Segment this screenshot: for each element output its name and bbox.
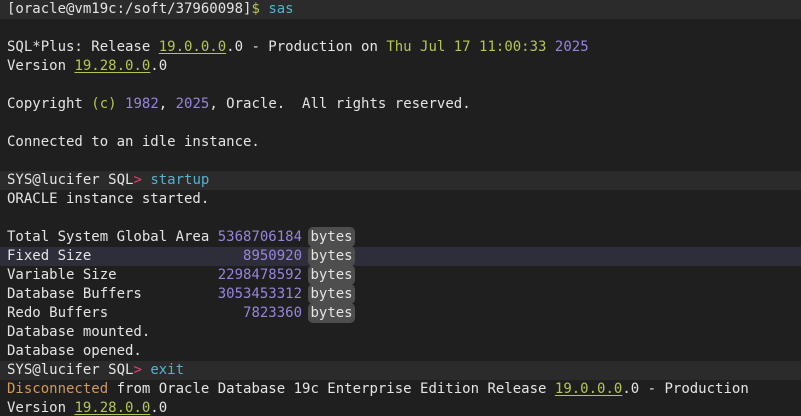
blank-line bbox=[0, 209, 801, 228]
sql-command: exit bbox=[150, 362, 184, 378]
sqlplus-banner-line: SQL*Plus: Release 19.0.0.0.0 - Productio… bbox=[0, 38, 801, 57]
banner-text: SQL*Plus: Release bbox=[7, 39, 159, 55]
status-text: Connected to an idle instance. bbox=[7, 134, 260, 150]
sga-redo-buffers-line: Redo Buffers 7823360 bytes bbox=[0, 304, 801, 323]
version-link[interactable]: 19.28.0.0 bbox=[74, 58, 150, 74]
sql-prompt: SYS@lucifer SQL bbox=[7, 172, 133, 188]
search-match: bytes bbox=[310, 267, 352, 283]
sga-variable-size-line: Variable Size 2298478592 bytes bbox=[0, 266, 801, 285]
copyright-line: Copyright (c) 1982, 2025, Oracle. All ri… bbox=[0, 95, 801, 114]
sga-fixed-size-line: Fixed Size 8950920 bytes bbox=[0, 247, 801, 266]
version-link[interactable]: 19.0.0.0 bbox=[555, 381, 622, 397]
spacer bbox=[117, 96, 125, 112]
connected-status-line: Connected to an idle instance. bbox=[0, 133, 801, 152]
spacer bbox=[546, 39, 554, 55]
version-line: Version 19.28.0.0.0 bbox=[0, 57, 801, 76]
version-line: Version 19.28.0.0.0 bbox=[0, 399, 801, 416]
status-text: from Oracle Database 19c Enterprise Edit… bbox=[108, 381, 555, 397]
database-mounted-line: Database mounted. bbox=[0, 323, 801, 342]
stat-label: Variable Size bbox=[7, 267, 218, 283]
status-text: ORACLE instance started. bbox=[7, 191, 209, 207]
banner-text: .0 - Production on bbox=[226, 39, 386, 55]
stat-label: Redo Buffers bbox=[7, 305, 243, 321]
sql-prompt-exit-line: SYS@lucifer SQL> exit bbox=[0, 361, 801, 380]
stat-label: Total System Global Area bbox=[7, 229, 218, 245]
stat-label: Fixed Size bbox=[7, 248, 243, 264]
blank-line bbox=[0, 19, 801, 38]
status-text: Database opened. bbox=[7, 343, 142, 359]
copyright-text: , Oracle. All rights reserved. bbox=[209, 96, 470, 112]
stat-value: 7823360 bbox=[243, 305, 302, 321]
sga-total-line: Total System Global Area 5368706184 byte… bbox=[0, 228, 801, 247]
blank-line bbox=[0, 76, 801, 95]
search-match: bytes bbox=[310, 286, 352, 302]
banner-text: Version bbox=[7, 58, 74, 74]
copyright-symbol: (c) bbox=[91, 96, 116, 112]
sql-prompt-startup-line: SYS@lucifer SQL> startup bbox=[0, 171, 801, 190]
blank-line bbox=[0, 114, 801, 133]
year: 2025 bbox=[555, 39, 589, 55]
shell-prompt: [oracle@vm19c:/soft/37960098] bbox=[7, 1, 251, 17]
disconnected-line: Disconnected from Oracle Database 19c En… bbox=[0, 380, 801, 399]
stat-value: 8950920 bbox=[243, 248, 302, 264]
shell-command: sas bbox=[268, 1, 293, 17]
status-text: .0 - Production bbox=[622, 381, 748, 397]
status-text: Database mounted. bbox=[7, 324, 150, 340]
blank-line bbox=[0, 152, 801, 171]
prompt-symbol: $ bbox=[251, 1, 259, 17]
terminal-window: [oracle@vm19c:/soft/37960098]$ sas SQL*Pl… bbox=[0, 0, 801, 416]
year: 2025 bbox=[176, 96, 210, 112]
database-opened-line: Database opened. bbox=[0, 342, 801, 361]
stat-value: 5368706184 bbox=[218, 229, 302, 245]
timestamp: Thu Jul 17 11:00:33 bbox=[386, 39, 546, 55]
stat-value: 2298478592 bbox=[218, 267, 302, 283]
banner-text: .0 bbox=[150, 58, 167, 74]
version-link[interactable]: 19.0.0.0 bbox=[159, 39, 226, 55]
prompt-symbol: > bbox=[133, 362, 141, 378]
shell-prompt-line: [oracle@vm19c:/soft/37960098]$ sas bbox=[0, 0, 801, 19]
year: 1982 bbox=[125, 96, 159, 112]
search-match: bytes bbox=[310, 229, 352, 245]
status-disconnected: Disconnected bbox=[7, 381, 108, 397]
stat-value: 3053453312 bbox=[218, 286, 302, 302]
copyright-text: , bbox=[159, 96, 176, 112]
banner-text: .0 bbox=[150, 400, 167, 416]
instance-started-line: ORACLE instance started. bbox=[0, 190, 801, 209]
search-match: bytes bbox=[310, 305, 352, 321]
sql-command: startup bbox=[150, 172, 209, 188]
sql-prompt: SYS@lucifer SQL bbox=[7, 362, 133, 378]
prompt-symbol: > bbox=[133, 172, 141, 188]
copyright-text: Copyright bbox=[7, 96, 91, 112]
version-link[interactable]: 19.28.0.0 bbox=[74, 400, 150, 416]
search-match: bytes bbox=[310, 248, 352, 264]
stat-label: Database Buffers bbox=[7, 286, 218, 302]
banner-text: Version bbox=[7, 400, 74, 416]
sga-database-buffers-line: Database Buffers 3053453312 bytes bbox=[0, 285, 801, 304]
